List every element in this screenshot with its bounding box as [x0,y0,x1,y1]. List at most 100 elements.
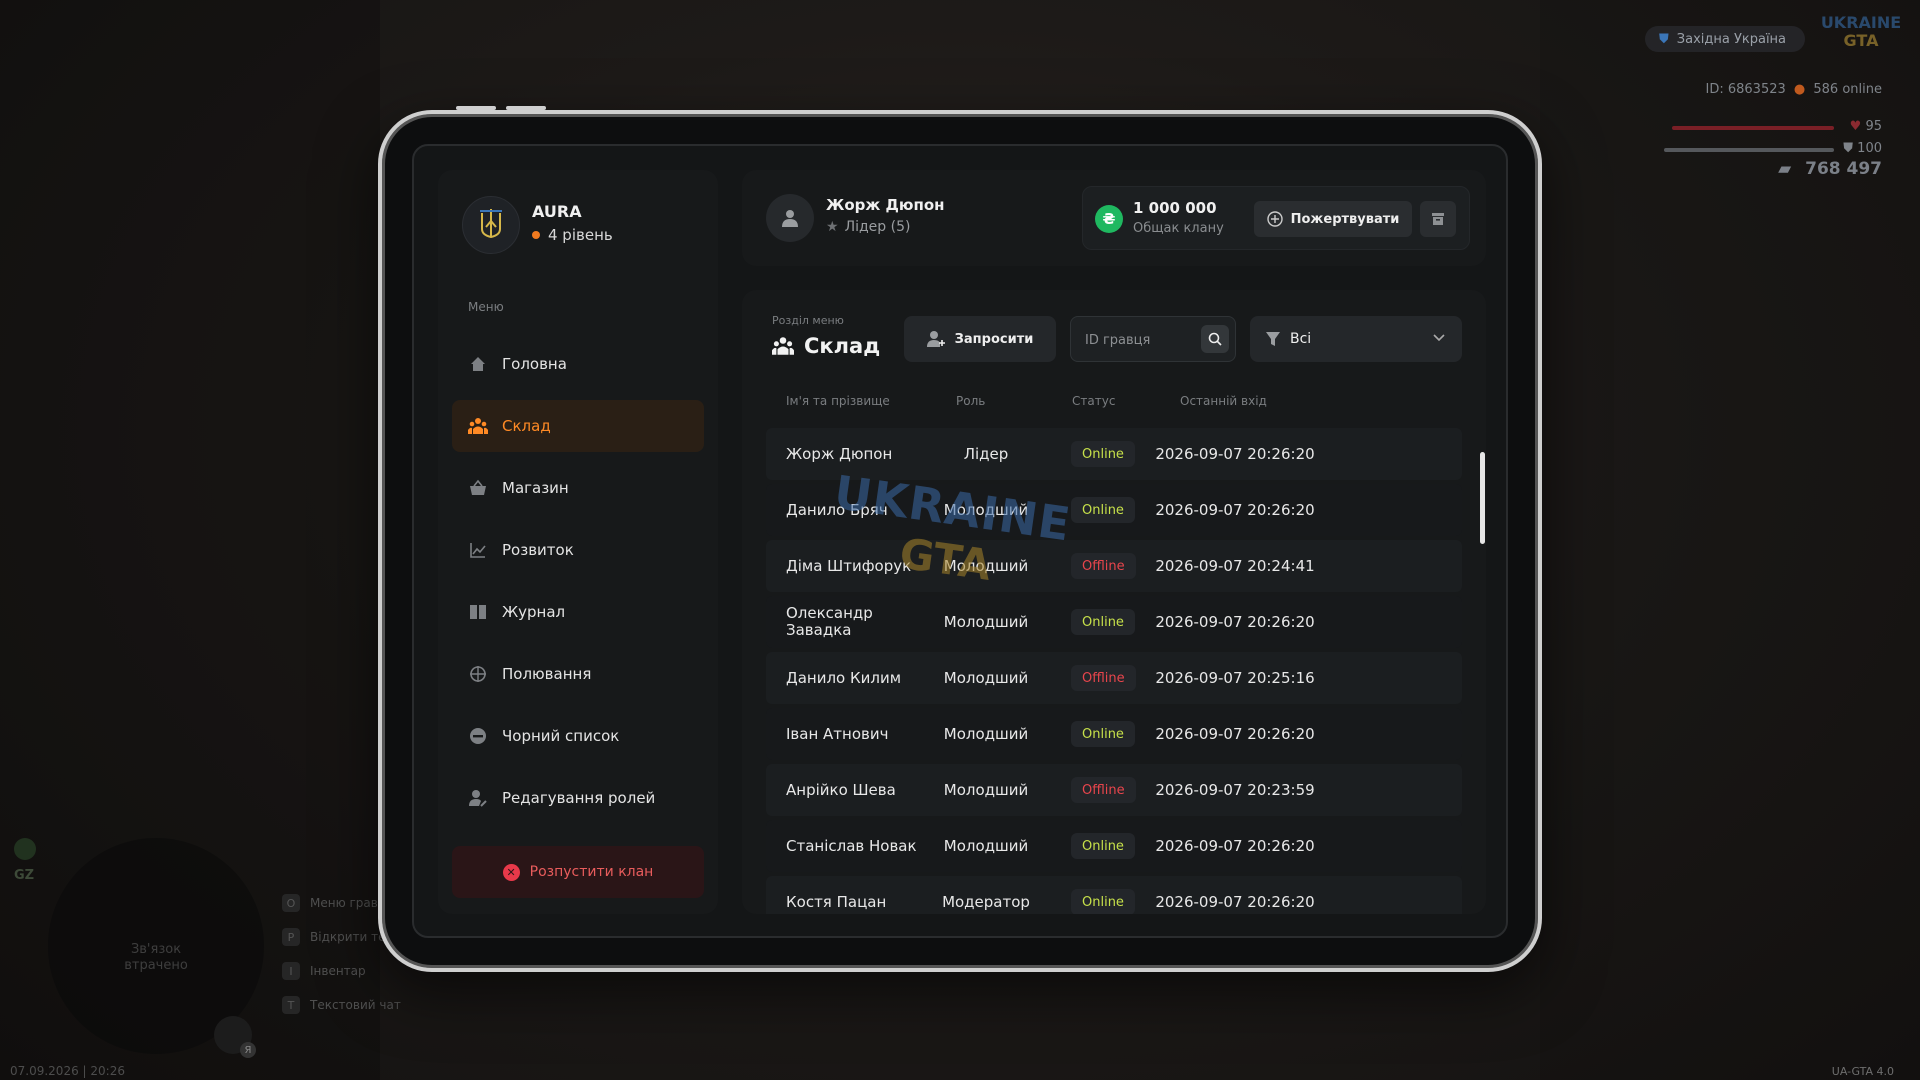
microphone-icon[interactable]: Я [214,1016,256,1058]
table-row[interactable]: Анрійко Шева Молодший Offline 2026-09-07 20… [766,764,1462,816]
table-row[interactable]: Костя Пацан Модератор Online 2026-09-07 20:… [766,876,1462,914]
people-icon [772,337,794,355]
member-role: Модератор [942,893,1030,911]
clan-bank: ₴ 1 000 000 Общак клану Пожертвувати [1082,186,1470,250]
member-last-login: 2026-09-07 20:23:59 [1155,781,1315,799]
column-header-name: Ім'я та прізвище [786,394,890,408]
avatar [766,194,814,242]
mic-badge: Я [240,1042,256,1058]
health-bar [1672,126,1834,130]
status-badge: Online [1071,833,1135,859]
member-last-login: 2026-09-07 20:25:16 [1155,669,1315,687]
member-status: Offline [1071,540,1136,592]
table-row[interactable]: Олександр Завадка Молодший Online 2026-09-0… [766,596,1462,648]
zone-label: GZ [14,868,35,883]
member-last-login: 2026-09-07 20:26:20 [1155,837,1315,855]
column-header-status: Статус [1072,394,1116,408]
user-header: Жорж Дюпон ★ Лідер (5) ₴ 1 000 000 Общак… [742,170,1486,266]
game-logo: UKRAINE GTA [1820,13,1902,50]
clan-name: AURA [532,202,582,221]
member-role: Молодший [943,837,1029,855]
member-status: Online [1071,876,1135,914]
table-row[interactable]: Данило Килим Молодший Offline 2026-09-07 20… [766,652,1462,704]
sidebar-item-home[interactable]: Головна [452,338,704,390]
armor-icon: ⛊ [1843,141,1854,156]
member-last-login: 2026-09-07 20:26:20 [1155,613,1315,631]
member-status: Online [1071,708,1135,760]
bank-amount: 1 000 000 [1133,199,1217,217]
sidebar-item-development[interactable]: Розвиток [452,524,704,576]
member-last-login: 2026-09-07 20:26:20 [1155,893,1315,911]
member-last-login: 2026-09-07 20:26:20 [1155,501,1315,519]
sidebar-item-blacklist[interactable]: Чорний список [452,710,704,762]
hryvnia-icon: ₴ [1095,205,1123,233]
star-icon: ★ [826,219,839,235]
donate-button[interactable]: Пожертвувати [1254,201,1412,237]
minimap-status: Зв'язок втрачено [124,942,188,973]
player-search [1070,316,1236,363]
sidebar-menu: Головна Склад Магазин Розвиток Журнал По… [452,338,704,834]
sidebar-item-hunting[interactable]: Полювання [452,648,704,700]
member-status: Online [1071,820,1135,872]
player-id: ID: 6863523 [1705,82,1786,97]
bank-history-button[interactable] [1420,201,1456,237]
level-dot-icon [532,231,540,239]
chart-icon [468,540,488,560]
status-badge: Online [1071,889,1135,914]
status-badge: Online [1071,497,1135,523]
cash-icon: ▰ [1778,159,1792,179]
user-edit-icon [468,788,488,808]
sidebar-item-label: Магазин [502,479,569,497]
status-badge: Offline [1071,665,1136,691]
search-input[interactable] [1071,317,1207,363]
sidebar-item-journal[interactable]: Журнал [452,586,704,638]
zone-icon [14,838,36,860]
book-icon [468,602,488,622]
filter-icon [1266,332,1280,346]
search-button[interactable] [1201,325,1229,353]
table-row[interactable]: Іван Атнович Молодший Online 2026-09-07 20:… [766,708,1462,760]
member-name: Анрійко Шева [786,780,896,799]
sidebar-item-roster[interactable]: Склад [452,400,704,452]
table-row[interactable]: Станіслав Новак Молодший Online 2026-09-07 … [766,820,1462,872]
status-badge: Online [1071,609,1135,635]
clan-level: 4 рівень [532,226,613,244]
member-name: Станіслав Новак [786,836,917,855]
trident-icon [480,209,502,239]
sidebar-item-edit-roles[interactable]: Редагування ролей [452,772,704,824]
tablet-screen: AURA 4 рівень Меню Головна Склад Магазин… [412,144,1508,938]
member-name: Данило Килим [786,668,902,687]
status-filter-select[interactable]: Всі [1250,316,1462,362]
block-icon [468,726,488,746]
armor-value: ⛊ 100 [1843,141,1882,156]
sidebar-item-label: Редагування ролей [502,789,656,807]
member-status: Online [1071,428,1135,480]
version-label: UA-GTA 4.0 [1831,1065,1894,1078]
member-last-login: 2026-09-07 20:26:20 [1155,445,1315,463]
online-dot-icon: ● [1793,82,1806,97]
status-badge: Online [1071,441,1135,467]
home-icon [468,354,488,374]
datetime: 07.09.2026 | 20:26 [10,1064,125,1078]
disband-clan-button[interactable]: ✕ Розпустити клан [452,846,704,898]
bank-label: Общак клану [1133,221,1224,236]
menu-title: Меню [468,300,504,314]
user-role: ★ Лідер (5) [826,219,911,235]
sidebar: AURA 4 рівень Меню Головна Склад Магазин… [438,170,718,914]
shield-icon: ⛊ [1659,31,1669,47]
status-badge: Online [1071,721,1135,747]
sidebar-item-shop[interactable]: Магазин [452,462,704,514]
tablet-button [506,106,546,110]
user-name: Жорж Дюпон [826,196,945,214]
archive-icon [1432,213,1444,225]
online-count: 586 online [1813,82,1882,97]
invite-button[interactable]: Запросити [904,316,1056,362]
member-last-login: 2026-09-07 20:26:20 [1155,725,1315,743]
search-icon [1208,332,1222,346]
member-role: Молодший [943,613,1029,631]
table-scrollbar[interactable] [1480,452,1485,544]
member-status: Offline [1071,652,1136,704]
sidebar-item-label: Розвиток [502,541,574,559]
heart-icon: ♥ [1849,119,1862,134]
section-subtitle: Розділ меню [772,314,844,327]
